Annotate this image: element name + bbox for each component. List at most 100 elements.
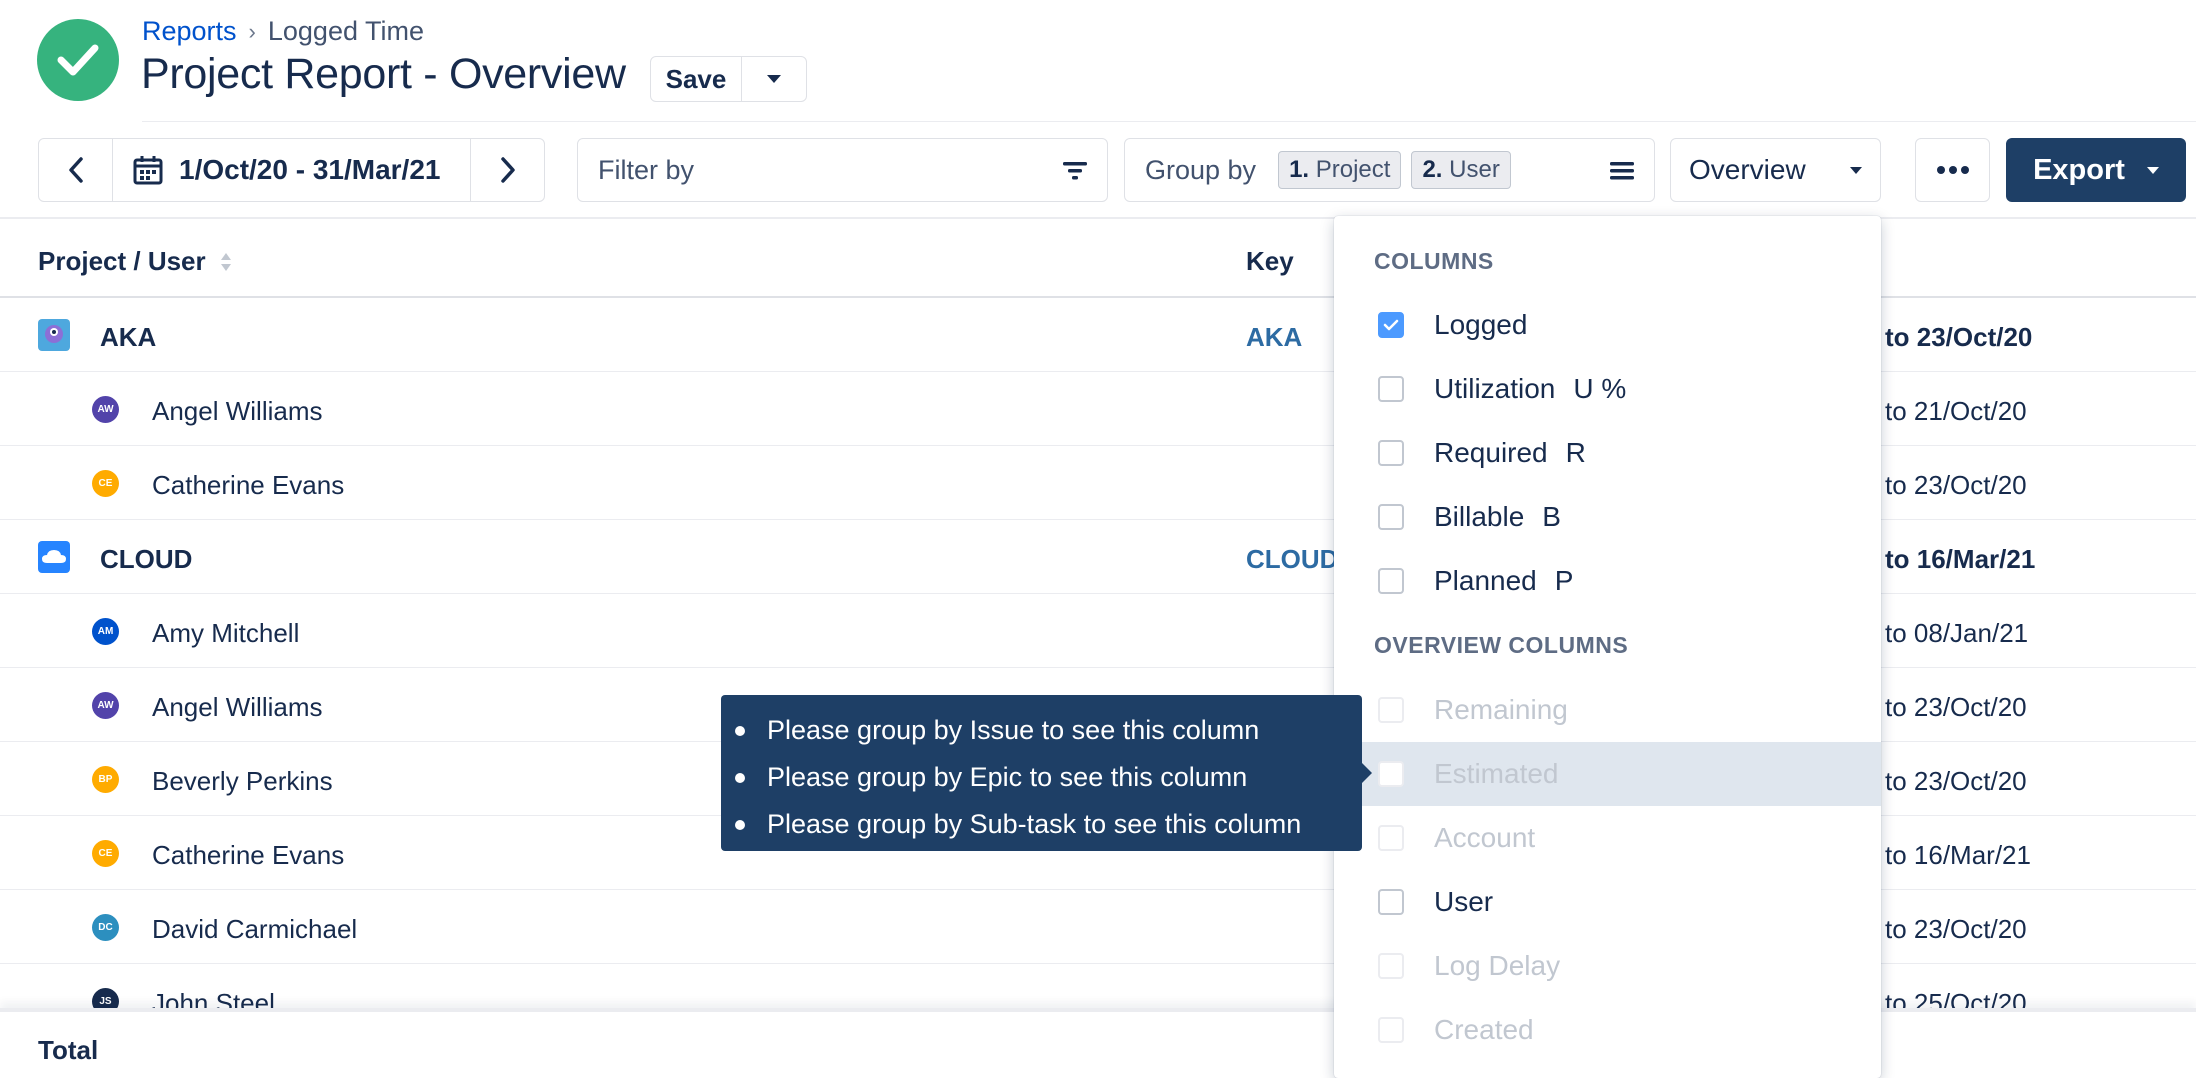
- column-option-label: User: [1434, 886, 1494, 917]
- more-horizontal-icon: [1936, 166, 1969, 174]
- overview-option-log-delay: Log Delay: [1334, 934, 1881, 998]
- column-option-label: Required: [1434, 437, 1548, 468]
- checkbox-disabled: [1378, 697, 1404, 723]
- columns-dropdown: COLUMNS Logged Utilization U % Required …: [1334, 216, 1881, 1078]
- export-button[interactable]: Export: [2006, 138, 2186, 202]
- breadcrumb-reports-link[interactable]: Reports: [142, 16, 237, 47]
- period-value: to 23/Oct/20: [1885, 322, 2033, 352]
- calendar-icon: [133, 156, 163, 185]
- checkbox-checked[interactable]: [1378, 312, 1404, 338]
- project-key-link[interactable]: CLOUD: [1246, 544, 1338, 575]
- group-chip-user[interactable]: 2. User: [1411, 151, 1511, 189]
- column-option-utilization[interactable]: Utilization U %: [1334, 357, 1881, 421]
- column-option-required[interactable]: Required R: [1334, 421, 1881, 485]
- caret-down-icon: [767, 75, 781, 83]
- breadcrumb-logged-time-link[interactable]: Logged Time: [268, 16, 424, 47]
- view-select[interactable]: Overview: [1670, 138, 1881, 202]
- column-option-shortcode: B: [1542, 501, 1561, 532]
- breadcrumb: Reports › Logged Time: [142, 16, 424, 47]
- group-chip-number: 1.: [1289, 156, 1310, 183]
- checkbox-disabled: [1378, 761, 1404, 787]
- column-option-planned[interactable]: Planned P: [1334, 549, 1881, 613]
- more-options-button[interactable]: [1915, 138, 1990, 202]
- overview-option-account: Account: [1334, 806, 1881, 870]
- page-title: Project Report - Overview: [141, 50, 626, 98]
- period-value: to 23/Oct/20: [1885, 914, 2027, 944]
- overview-option-user[interactable]: User: [1334, 870, 1881, 934]
- column-option-label: Planned: [1434, 565, 1537, 596]
- checkbox[interactable]: [1378, 889, 1404, 915]
- caret-down-icon: [2146, 166, 2159, 174]
- period-value: to 23/Oct/20: [1885, 692, 2027, 722]
- project-key-link[interactable]: AKA: [1246, 322, 1302, 353]
- column-option-billable[interactable]: Billable B: [1334, 485, 1881, 549]
- save-options-button[interactable]: [742, 57, 806, 101]
- avatar: BP: [92, 766, 119, 793]
- sort-icon: [220, 252, 231, 271]
- chevron-right-icon: ›: [248, 18, 256, 44]
- period-value: to 16/Mar/21: [1885, 544, 2036, 574]
- overview-option-created: Created: [1334, 998, 1881, 1062]
- checkbox[interactable]: [1378, 440, 1404, 466]
- group-by-control[interactable]: Group by 1. Project 2. User: [1124, 138, 1655, 202]
- avatar: AW: [92, 396, 119, 423]
- columns-heading: COLUMNS: [1374, 248, 1494, 274]
- date-range-label: 1/Oct/20 - 31/Mar/21: [179, 154, 441, 185]
- save-button[interactable]: Save: [651, 57, 742, 101]
- project-aka-icon: [38, 319, 70, 351]
- avatar: AM: [92, 618, 119, 645]
- page-header: Reports › Logged Time Project Report - O…: [0, 0, 2196, 122]
- view-select-label: Overview: [1689, 154, 1806, 185]
- column-option-label: Utilization: [1434, 373, 1556, 404]
- previous-period-button[interactable]: [39, 139, 113, 201]
- column-option-label: Created: [1434, 1014, 1534, 1045]
- column-header-label: Project / User: [38, 246, 206, 276]
- user-name: Catherine Evans: [152, 840, 345, 870]
- bullet-icon: [735, 772, 745, 783]
- column-option-label: Logged: [1434, 309, 1528, 340]
- tooltip-text: Please group by Issue to see this column: [767, 715, 1260, 745]
- next-period-button[interactable]: [470, 139, 544, 201]
- avatar: CE: [92, 470, 119, 497]
- date-navigator: 1/Oct/20 - 31/Mar/21: [38, 138, 545, 202]
- success-check-icon: [37, 19, 119, 101]
- column-option-label: Estimated: [1434, 758, 1559, 789]
- save-split-button: Save: [650, 56, 807, 102]
- overview-columns-heading: OVERVIEW COLUMNS: [1374, 632, 1629, 658]
- column-option-logged[interactable]: Logged: [1334, 293, 1881, 357]
- filter-by-label: Filter by: [598, 154, 695, 185]
- user-name: Catherine Evans: [152, 470, 345, 500]
- header-divider: [142, 121, 2196, 122]
- caret-down-icon: [1850, 166, 1862, 174]
- avatar: AW: [92, 692, 119, 719]
- project-cloud-icon: [38, 541, 70, 573]
- date-range-picker[interactable]: 1/Oct/20 - 31/Mar/21: [113, 154, 470, 186]
- tooltip-arrow: [1362, 763, 1372, 783]
- column-header-project-user[interactable]: Project / User: [38, 246, 232, 277]
- column-option-label: Billable: [1434, 501, 1525, 532]
- column-option-label: Remaining: [1434, 694, 1568, 725]
- checkbox[interactable]: [1378, 504, 1404, 530]
- user-name: Angel Williams: [152, 692, 323, 722]
- checkbox[interactable]: [1378, 568, 1404, 594]
- column-option-label: Account: [1434, 822, 1536, 853]
- avatar: CE: [92, 840, 119, 867]
- estimated-column-tooltip: Please group by Issue to see this column…: [721, 695, 1372, 851]
- chevron-left-icon: [68, 157, 83, 183]
- total-label: Total: [38, 1035, 99, 1065]
- overview-option-estimated: Estimated: [1334, 742, 1881, 806]
- bullet-icon: [735, 725, 745, 736]
- avatar: DC: [92, 914, 119, 941]
- bullet-icon: [735, 819, 745, 830]
- group-chip-project[interactable]: 1. Project: [1278, 151, 1402, 189]
- checkbox[interactable]: [1378, 376, 1404, 402]
- period-value: to 08/Jan/21: [1885, 618, 2029, 648]
- tooltip-line: Please group by Sub-task to see this col…: [721, 801, 1362, 848]
- column-header-key[interactable]: Key: [1246, 246, 1294, 277]
- overview-option-remaining: Remaining: [1334, 678, 1881, 742]
- hamburger-menu-icon[interactable]: [1610, 160, 1634, 180]
- group-chip-label: User: [1449, 156, 1500, 183]
- column-option-label: Log Delay: [1434, 950, 1561, 981]
- user-name: Beverly Perkins: [152, 766, 333, 796]
- filter-by-input[interactable]: Filter by: [577, 138, 1108, 202]
